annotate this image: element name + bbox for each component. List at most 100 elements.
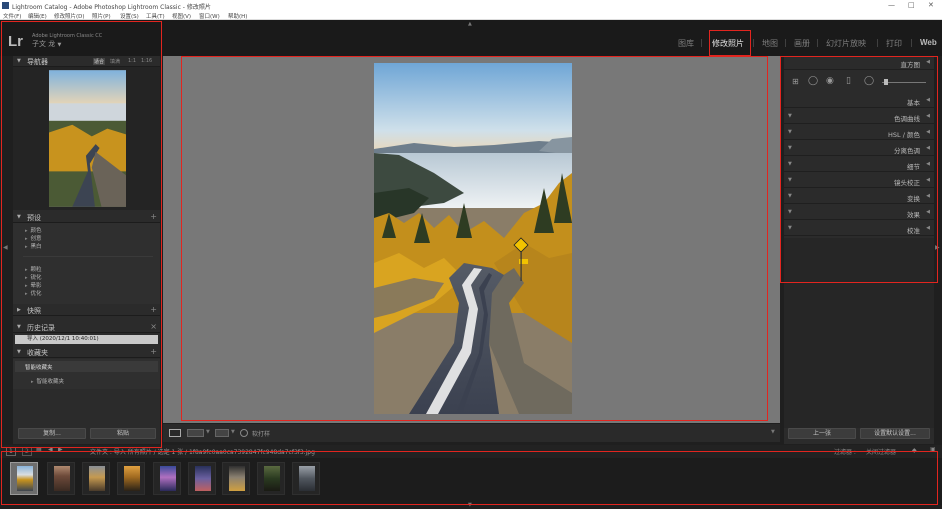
preset-vignette[interactable]: 晕影 [25, 281, 42, 289]
histogram-header[interactable]: 直方图 ◀ [784, 56, 934, 70]
module-print[interactable]: 打印 [886, 38, 902, 49]
filmstrip-thumb[interactable] [222, 462, 250, 495]
collapse-right-icon[interactable]: ▶ [935, 244, 940, 251]
toggle-icon[interactable]: ▼ [788, 209, 792, 215]
history-header[interactable]: ▼ 历史记录 × [13, 322, 160, 333]
spot-removal-icon[interactable]: ◯ [808, 76, 818, 86]
panel-calibration[interactable]: ▼ 校准 ◀ [784, 222, 934, 236]
brush-slider[interactable] [882, 82, 926, 83]
panel-effects[interactable]: ▼ 效果 ◀ [784, 206, 934, 220]
preset-grain[interactable]: 颗粒 [25, 265, 42, 273]
reset-button[interactable]: 设置默认设置... [860, 428, 930, 439]
grid-icon[interactable]: ▦ [36, 446, 42, 453]
softproof-label[interactable]: 软打样 [252, 429, 270, 438]
zoom-fit[interactable]: 适合 [93, 58, 106, 65]
module-develop[interactable]: 修改照片 [712, 38, 744, 49]
copy-button[interactable]: 复制... [18, 428, 86, 439]
zoom-fill[interactable]: 填满 [110, 58, 120, 65]
chevron-down-icon[interactable]: ▼ [771, 429, 775, 435]
toggle-icon[interactable]: ▼ [788, 129, 792, 135]
menu-view[interactable]: 视图(V) [172, 12, 191, 20]
module-slideshow[interactable]: 幻灯片放映 [826, 38, 866, 49]
menu-file[interactable]: 文件(F) [3, 12, 21, 20]
lock-icon[interactable]: ▣ [930, 446, 936, 453]
module-web[interactable]: Web [920, 38, 937, 47]
menu-photo[interactable]: 照片(P) [92, 12, 111, 20]
panel-split-toning[interactable]: ▼ 分离色调 ◀ [784, 142, 934, 156]
collapse-left-icon[interactable]: ◀ [3, 244, 8, 251]
panel-tone-curve[interactable]: ▼ 色调曲线 ◀ [784, 110, 934, 124]
red-eye-icon[interactable]: ◉ [826, 76, 834, 86]
back-arrow-icon[interactable]: ◀ [48, 446, 53, 453]
preset-bw[interactable]: 黑白 [25, 242, 42, 250]
chevron-down-icon[interactable]: ▼ [57, 42, 61, 48]
loupe-view-icon[interactable] [169, 429, 181, 437]
preset-sharpen[interactable]: 锐化 [25, 273, 42, 281]
toggle-icon[interactable]: ▼ [788, 225, 792, 231]
preset-creative[interactable]: 创意 [25, 234, 42, 242]
radial-filter-icon[interactable]: ◯ [864, 76, 874, 86]
menu-tools[interactable]: 工具(T) [146, 12, 165, 20]
collection-item-selected[interactable]: 智能收藏夹 [15, 361, 158, 372]
filmstrip-thumb[interactable] [82, 462, 110, 495]
toggle-icon[interactable]: ▼ [788, 145, 792, 151]
filmstrip-thumb[interactable] [257, 462, 285, 495]
page-1-button[interactable]: 1 [6, 447, 16, 456]
toggle-icon[interactable]: ▼ [788, 193, 792, 199]
module-map[interactable]: 地图 [762, 38, 778, 49]
maximize-icon[interactable]: □ [908, 1, 915, 9]
clear-history-icon[interactable]: × [150, 322, 157, 331]
menu-edit[interactable]: 编辑(E) [28, 12, 47, 20]
collection-item[interactable]: 智能收藏夹 [31, 377, 65, 385]
previous-button[interactable]: 上一张 [788, 428, 856, 439]
add-preset-icon[interactable]: + [150, 212, 157, 221]
filmstrip-thumb[interactable] [153, 462, 181, 495]
filmstrip-thumb[interactable] [188, 462, 216, 495]
preset-color[interactable]: 颜色 [25, 226, 42, 234]
filmstrip-path[interactable]: 文件夹 : 导入 所有照片 / 选定 1 张 / 1f8a9fc0aa0ca73… [90, 447, 315, 456]
preset-optimize[interactable]: 优化 [25, 289, 42, 297]
crop-icon[interactable]: ⊞ [792, 77, 799, 86]
snapshots-header[interactable]: ▶ 快照 + [13, 305, 160, 316]
filter-chevron-icon[interactable]: ◆ [912, 447, 917, 454]
panel-transform[interactable]: ▼ 变换 ◀ [784, 190, 934, 204]
presets-header[interactable]: ▼ 预设 + [13, 212, 160, 223]
panel-basic[interactable]: 基本 ◀ [784, 94, 934, 108]
toggle-icon[interactable]: ▼ [788, 113, 792, 119]
brush-slider-thumb[interactable] [884, 79, 888, 85]
paste-button[interactable]: 粘贴 [90, 428, 156, 439]
chevron-down-icon[interactable]: ▼ [231, 429, 235, 435]
history-entry[interactable]: 导入 (2020/12/1 10:40:01) [15, 335, 158, 344]
swap-icon[interactable] [215, 429, 229, 437]
module-library[interactable]: 图库 [678, 38, 694, 49]
navigator-thumbnail[interactable] [49, 70, 126, 207]
checkbox-icon[interactable] [240, 429, 248, 437]
collections-header[interactable]: ▼ 收藏夹 + [13, 347, 160, 358]
panel-lens-corrections[interactable]: ▼ 镜头校正 ◀ [784, 174, 934, 188]
module-book[interactable]: 画册 [794, 38, 810, 49]
navigator-header[interactable]: ▼ 导航器 适合 填满 1:1 1:16 [13, 56, 160, 67]
menu-window[interactable]: 窗口(W) [199, 12, 220, 20]
filmstrip-thumb[interactable] [10, 462, 38, 495]
graduated-filter-icon[interactable]: ▯ [846, 76, 851, 86]
before-after-icon[interactable] [187, 429, 204, 437]
page-2-button[interactable]: 2 [22, 447, 32, 456]
panel-detail[interactable]: ▼ 细节 ◀ [784, 158, 934, 172]
toggle-icon[interactable]: ▼ [788, 177, 792, 183]
close-icon[interactable]: ✕ [928, 1, 934, 9]
zoom-1-16[interactable]: 1:16 [141, 58, 152, 64]
filter-dropdown[interactable]: 关闭过滤器 [866, 447, 896, 456]
add-collection-icon[interactable]: + [150, 347, 157, 356]
filmstrip-thumb[interactable] [117, 462, 145, 495]
minimize-icon[interactable]: — [888, 1, 895, 9]
filmstrip-thumb[interactable] [47, 462, 75, 495]
chevron-down-icon[interactable]: ▼ [206, 429, 210, 435]
panel-hsl[interactable]: ▼ HSL / 颜色 ◀ [784, 126, 934, 140]
toggle-icon[interactable]: ▼ [788, 161, 792, 167]
menu-settings[interactable]: 设置(S) [120, 12, 139, 20]
collapse-top-icon[interactable]: ▲ [468, 21, 472, 27]
forward-arrow-icon[interactable]: ▶ [58, 446, 63, 453]
filmstrip-thumb[interactable] [292, 462, 320, 495]
add-snapshot-icon[interactable]: + [150, 305, 157, 314]
menu-develop[interactable]: 修改照片(D) [54, 12, 85, 20]
